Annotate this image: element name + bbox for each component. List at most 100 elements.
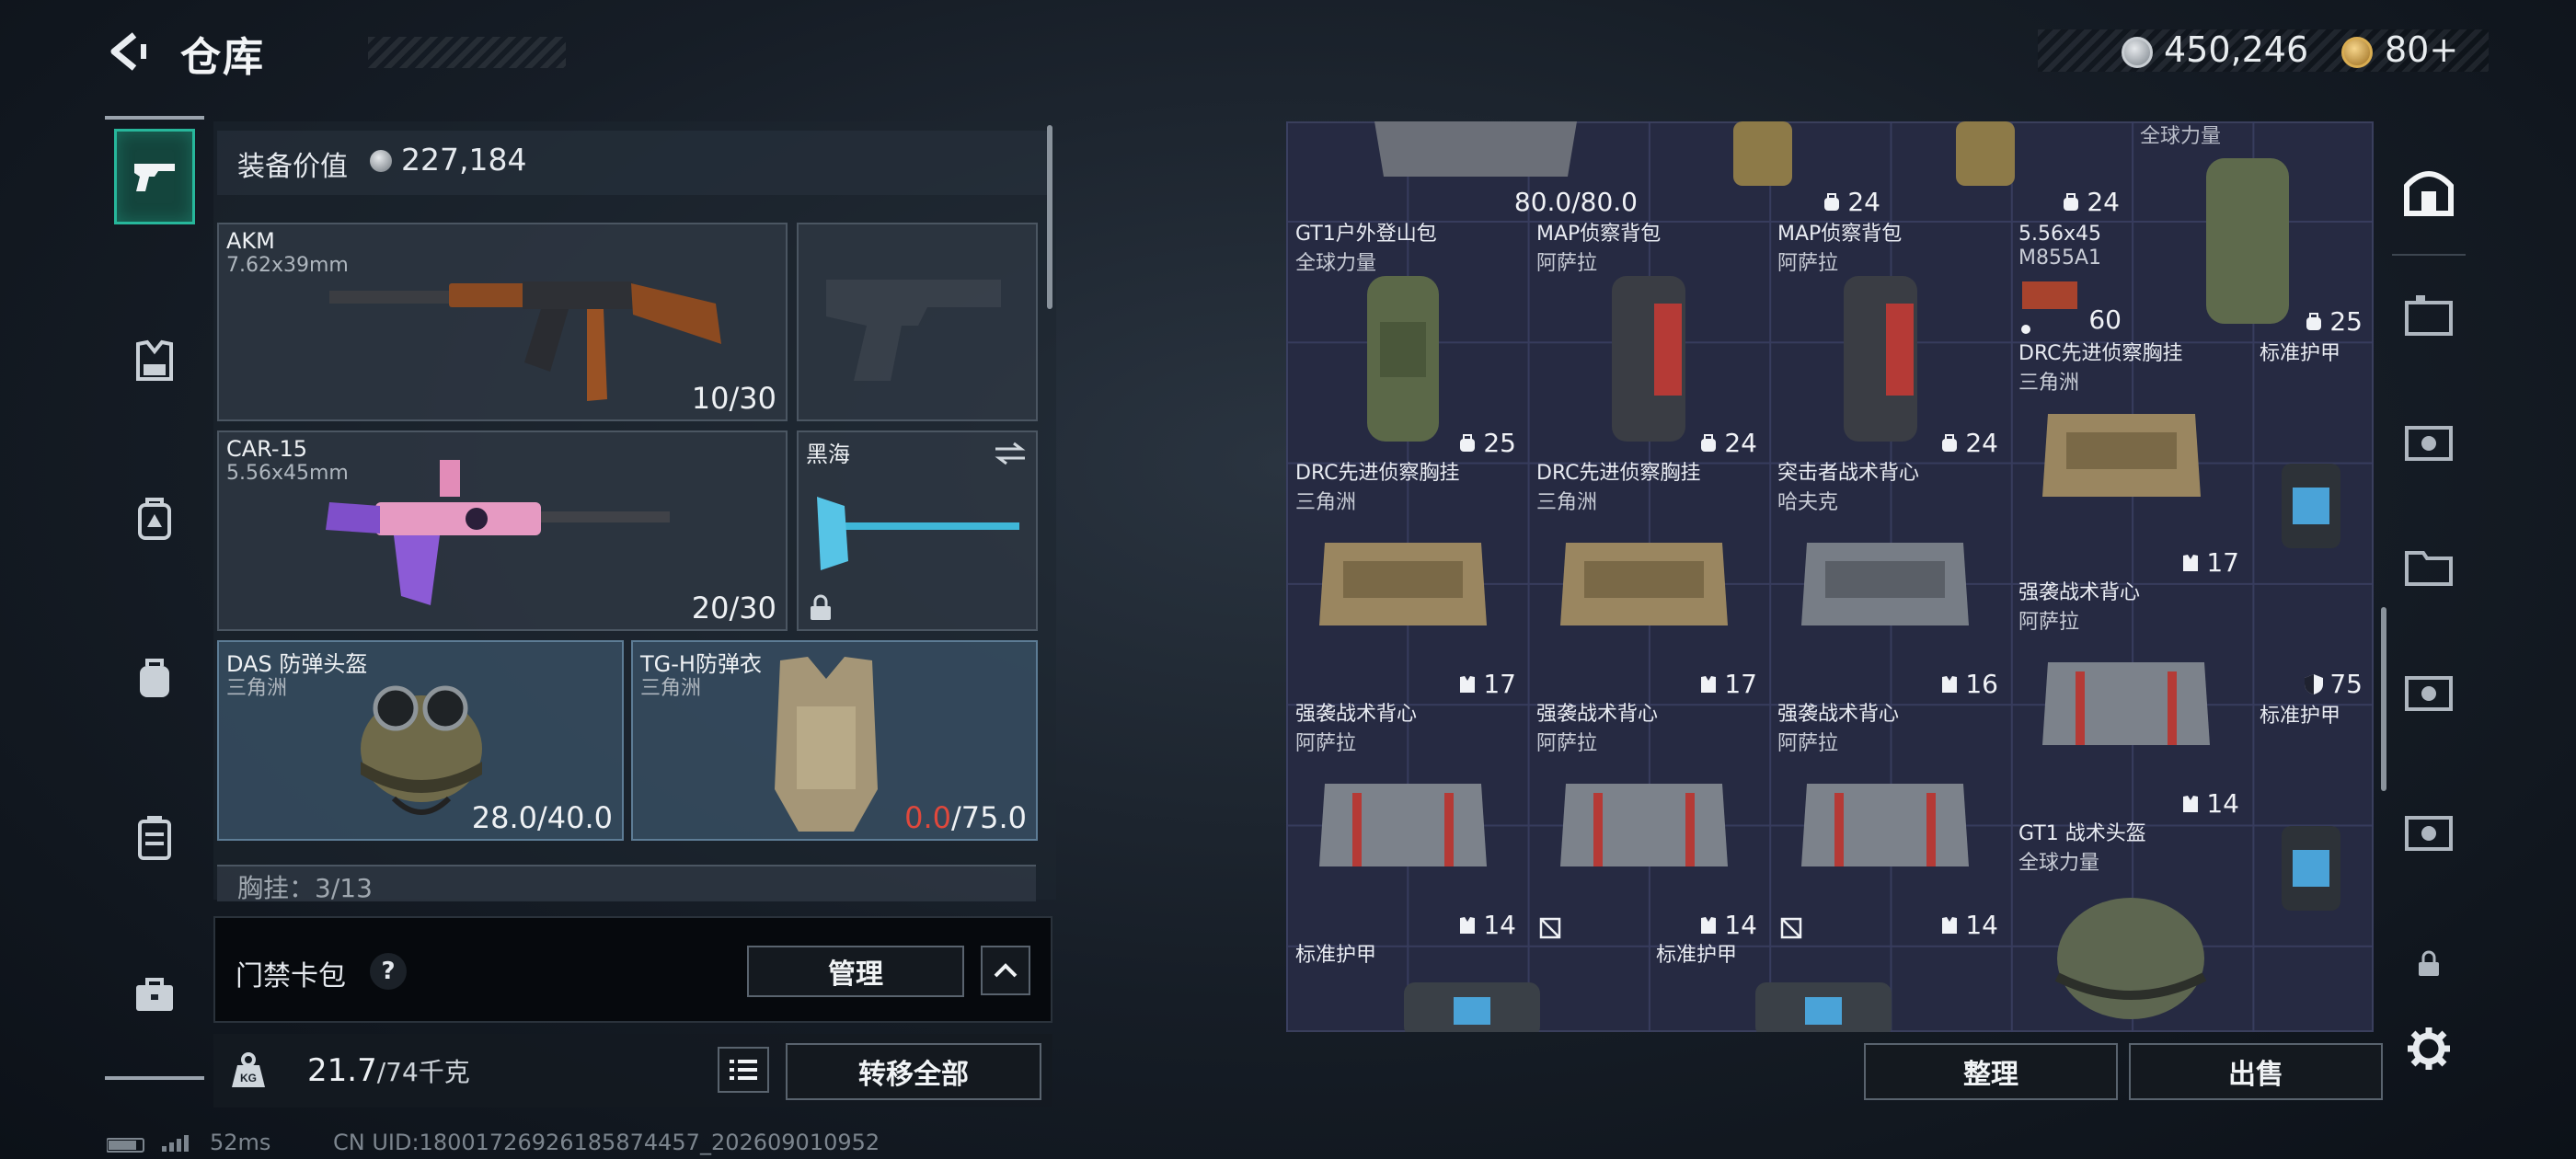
item-capacity: 14	[1457, 910, 1516, 940]
stash-home-button[interactable]	[2398, 160, 2460, 223]
stash-item[interactable]: 24	[1893, 121, 2127, 219]
primary-weapon-slot[interactable]: AKM 7.62x39mm 10/30	[217, 223, 788, 421]
equipment-scrollbar[interactable]	[1047, 125, 1052, 309]
armor-plate-icon	[2282, 826, 2340, 911]
stash-item[interactable]: 5.56x45 M855A1 60	[2011, 221, 2129, 337]
crate-icon	[2405, 816, 2453, 851]
vest-icon	[136, 339, 173, 381]
equipment-value: 227,184	[401, 142, 527, 178]
item-capacity: 25	[2304, 306, 2363, 337]
list-icon	[730, 1060, 757, 1080]
chest-rig-item-icon	[1560, 543, 1728, 625]
item-name: DRC先进侦察胸挂	[1536, 462, 1701, 485]
helmet-item-icon	[2054, 898, 2207, 1019]
expand-button[interactable]	[981, 946, 1030, 995]
stash-item[interactable]: 强袭战术背心 阿萨拉 14	[1288, 701, 1524, 942]
tertiary-weapon-slot[interactable]: CAR-15 5.56x45mm 20/30	[217, 430, 788, 631]
stash-item[interactable]: MAP侦察背包 阿萨拉 24	[1529, 221, 1765, 460]
item-name: 突击者战术背心	[1777, 462, 1920, 485]
melee-slot[interactable]: 黑海	[797, 430, 1038, 631]
item-name: 强袭战术背心	[1536, 703, 1659, 726]
stash-item[interactable]: 强袭战术背心 阿萨拉 14	[1770, 701, 2006, 942]
vest-icon	[1460, 675, 1476, 693]
list-view-button[interactable]	[718, 1047, 769, 1093]
stash-tab-4[interactable]	[2398, 660, 2460, 723]
manage-button[interactable]: 管理	[747, 946, 964, 997]
stash-item[interactable]: 强袭战术背心 阿萨拉 14	[1529, 701, 1765, 942]
item-faction: 阿萨拉	[1295, 732, 1357, 755]
stash-item[interactable]: 标准护甲	[2252, 340, 2370, 580]
item-durability: 80.0/80.0	[1513, 187, 1638, 217]
item-name: GT1 战术头盔	[2018, 822, 2146, 845]
item-name: 5.56x45	[2018, 223, 2101, 246]
item-capacity: 17	[2180, 547, 2239, 578]
tab-vest[interactable]	[114, 313, 195, 408]
item-faction: 阿萨拉	[1536, 732, 1598, 755]
svg-text:KG: KG	[240, 1072, 257, 1084]
stash-item[interactable]: DRC先进侦察胸挂 三角洲 17	[1288, 460, 1524, 701]
chest-rig-item-icon	[1801, 543, 1969, 625]
stash-item[interactable]: 24	[1652, 121, 1888, 219]
swap-icon[interactable]	[992, 440, 1029, 467]
token-amount[interactable]: 80+	[2385, 29, 2458, 70]
stash-tab-5[interactable]	[2398, 800, 2460, 863]
token-icon	[2341, 37, 2373, 68]
stash-tab-3[interactable]	[2398, 535, 2460, 598]
sell-button[interactable]: 出售	[2129, 1043, 2383, 1100]
stash-tab-2[interactable]	[2398, 410, 2460, 473]
tab-backpack[interactable]	[114, 629, 195, 725]
item-faction: 阿萨拉	[1777, 252, 1839, 275]
vest-icon	[1942, 916, 1958, 934]
weight-icon: KG	[232, 1052, 265, 1087]
stash-item[interactable]: DRC先进侦察胸挂 三角洲 17	[1529, 460, 1765, 701]
body-armor-slot[interactable]: TG-H防弹衣 三角洲 0.0/75.0	[631, 640, 1038, 841]
tab-container[interactable]	[114, 789, 195, 885]
stash-item[interactable]: 标准护甲	[1649, 942, 2002, 1032]
car15-rifle-icon	[326, 460, 670, 605]
lock-icon	[2419, 950, 2439, 976]
settings-button[interactable]	[2398, 1017, 2460, 1080]
sort-button[interactable]: 整理	[1864, 1043, 2118, 1100]
helmet-slot[interactable]: DAS 防弹头盔 三角洲 28.0/40.0	[217, 640, 624, 841]
tactical-vest-item-icon	[1801, 784, 1969, 866]
stash-scrollbar[interactable]	[2381, 607, 2386, 791]
stash-item[interactable]: 突击者战术背心 哈夫克 16	[1770, 460, 2006, 701]
chest-rig-item-icon	[2042, 414, 2201, 497]
backpack-item-icon	[1733, 121, 1792, 186]
transfer-all-button[interactable]: 转移全部	[786, 1043, 1041, 1100]
item-capacity: 14	[2180, 788, 2239, 819]
stash-item[interactable]: 标准护甲	[1288, 942, 1641, 1032]
tab-backpack-rig[interactable]	[114, 471, 195, 567]
backpack-icon	[140, 659, 169, 697]
stash-item[interactable]: DRC先进侦察胸挂 三角洲 17	[2011, 340, 2247, 580]
vest-icon	[1701, 916, 1717, 934]
item-name: 标准护甲	[1295, 944, 1377, 967]
tab-weapons[interactable]	[114, 129, 195, 224]
keycard-label: 门禁卡包	[236, 960, 346, 993]
stash-item[interactable]: 80.0/80.0	[1292, 121, 1645, 219]
stash-item[interactable]: MAP侦察背包 阿萨拉 24	[1770, 221, 2006, 460]
tab-toolbox[interactable]	[114, 947, 195, 1043]
rig-icon	[138, 498, 171, 540]
gear-icon	[2408, 1027, 2450, 1070]
title-decoration	[368, 37, 566, 68]
item-capacity: 24	[2061, 187, 2120, 217]
item-faction: 全球力量	[2018, 852, 2100, 875]
stash-item[interactable]: 全球力量 25	[2133, 121, 2370, 339]
vest-icon	[1942, 675, 1958, 693]
stash-item[interactable]: GT1户外登山包 全球力量 25	[1288, 221, 1524, 460]
stash-item[interactable]: 75	[2252, 580, 2370, 701]
help-icon[interactable]: ?	[370, 953, 407, 990]
stash-item[interactable]: GT1 战术头盔 全球力量	[2011, 820, 2247, 1032]
secondary-weapon-slot[interactable]	[797, 223, 1038, 421]
chest-rig-row[interactable]: 胸挂：3/13	[217, 865, 1036, 903]
equipment-value-label: 装备价值	[237, 151, 348, 183]
locked-tab[interactable]	[2398, 933, 2460, 995]
item-variant: M855A1	[2018, 247, 2102, 270]
stash-item[interactable]: 强袭战术背心 阿萨拉 14	[2011, 580, 2247, 820]
coin-icon	[370, 150, 392, 172]
stash-item[interactable]: 标准护甲	[2252, 703, 2370, 942]
stash-tab-1[interactable]	[2398, 285, 2460, 348]
pistol-icon	[134, 164, 175, 191]
back-button[interactable]	[103, 28, 155, 75]
